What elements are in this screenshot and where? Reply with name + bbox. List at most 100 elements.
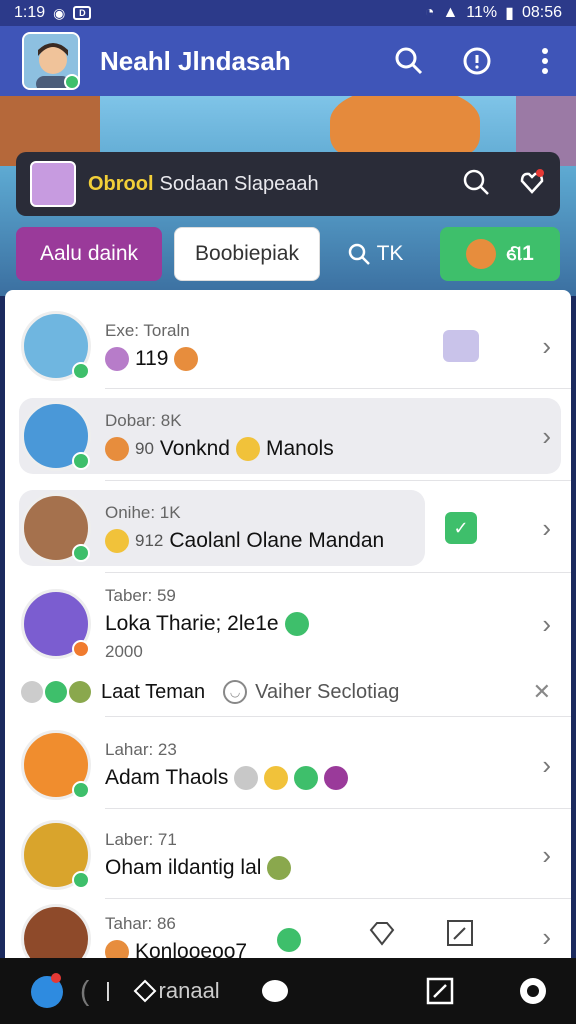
divider — [105, 480, 571, 481]
contact-name: Adam Thaols — [105, 766, 229, 789]
chevron-right-icon[interactable]: › — [542, 750, 551, 781]
emoji-icon — [284, 612, 309, 636]
contact-sub: Dobar: 8K — [105, 411, 182, 430]
list-item[interactable]: Exe: Toraln 119 › — [5, 308, 571, 384]
chevron-right-icon[interactable]: › — [542, 331, 551, 362]
search-icon[interactable] — [394, 46, 424, 76]
page-title: Neahl Jlndasah — [100, 45, 291, 76]
notification-icon: ◉ — [53, 4, 66, 21]
emoji-icon — [324, 766, 349, 790]
search-icon — [348, 243, 370, 265]
contact-name-suffix: Manols — [266, 437, 334, 460]
chip-purple[interactable]: Aalu daink — [16, 227, 162, 281]
contact-sub: Exe: Toraln — [105, 321, 190, 340]
contact-list: Exe: Toraln 119 › Dobar: 8K 90 Vonknd Ma… — [5, 290, 571, 958]
chevron-right-icon[interactable]: › — [542, 513, 551, 544]
emoji-icon — [105, 347, 129, 371]
nav-compose[interactable] — [426, 977, 454, 1005]
bird-icon — [31, 973, 63, 1008]
mini-avatar — [21, 681, 43, 703]
nav-label-item[interactable]: ranaal — [133, 978, 220, 1004]
avatar — [21, 589, 91, 659]
chip-search-label: TK — [376, 242, 404, 265]
compose-icon — [426, 977, 454, 1005]
contact-name: 119 — [135, 347, 169, 370]
list-item[interactable]: Taber: 59 Loka Tharie; 2le1e 2000 › — [5, 582, 571, 666]
contact-sub: Taber: 59 — [105, 586, 176, 605]
diamond-icon — [133, 979, 156, 1003]
chip-white[interactable]: Boobiepiak — [174, 227, 320, 281]
nav-label: ranaal — [158, 978, 220, 1003]
contact-sub: Laber: 71 — [105, 830, 177, 849]
avatar — [21, 401, 91, 471]
divider — [105, 898, 571, 899]
circle-icon — [520, 978, 546, 1004]
bracket-icon: ( — [80, 975, 90, 1006]
check-icon[interactable]: ✓ — [445, 512, 477, 544]
chevron-right-icon[interactable]: › — [542, 421, 551, 452]
nav-home[interactable] — [28, 972, 66, 1010]
list-item[interactable]: Onihe: 1K 912 Caolanl Olane Mandan ✓ › — [5, 490, 571, 566]
notification-label: Laat Teman — [101, 680, 206, 703]
contact-extra: 2000 — [105, 642, 143, 661]
favorite-icon[interactable] — [518, 168, 546, 201]
search-icon[interactable] — [462, 168, 490, 201]
cursor-divider: | — [105, 979, 111, 1002]
contact-name: Vonknd — [159, 437, 230, 460]
emoji-icon — [105, 529, 129, 553]
list-item[interactable]: Lahar: 23 Adam Thaols › — [5, 726, 571, 804]
online-badge — [72, 871, 90, 889]
avatar — [21, 730, 91, 800]
emoji-icon — [105, 940, 129, 958]
banner-character — [330, 96, 480, 156]
divider — [105, 572, 571, 573]
app-bar: Neahl Jlndasah — [0, 26, 576, 96]
status-bar: 1:19 ◉ D ◔ ▲ 11% ▮ 08:56 — [0, 0, 576, 26]
notification-subtext: Vaiher Seclotiag — [255, 680, 400, 703]
emoji-icon — [264, 766, 289, 790]
profile-avatar[interactable] — [22, 32, 80, 90]
chip-green-label: ଣ1 — [506, 242, 534, 265]
list-item[interactable]: Laber: 71 Oham ildantig lal › — [5, 816, 571, 894]
chip-search[interactable]: TK — [332, 227, 418, 281]
pin-icon[interactable] — [443, 330, 479, 362]
battery-percent: 11% — [466, 4, 498, 21]
filter-chips: Aalu daink Boobiepiak TK ଣ1 — [16, 226, 560, 282]
app-icon: D — [73, 6, 92, 20]
avatar — [21, 820, 91, 890]
mini-avatar — [45, 681, 67, 703]
notification-strip[interactable]: Laat Teman ◡ Vaiher Seclotiag ✕ — [5, 672, 571, 712]
nav-bubble[interactable] — [260, 978, 290, 1004]
bottom-navigation: ( | ranaal — [0, 958, 576, 1024]
divider — [105, 716, 571, 717]
list-item[interactable]: Dobar: 8K 90 Vonknd Manols › — [5, 398, 571, 474]
chevron-right-icon[interactable]: › — [542, 840, 551, 871]
close-icon[interactable]: ✕ — [533, 679, 551, 705]
chevron-right-icon[interactable]: › — [542, 922, 551, 953]
chip-green[interactable]: ଣ1 — [440, 227, 560, 281]
avatar — [21, 311, 91, 381]
list-item[interactable]: Tahar: 86 Konlooeoo7 › — [5, 904, 571, 958]
contact-sub: Lahar: 23 — [105, 740, 177, 759]
search-card-text: Sodaan Slapeaah — [159, 172, 319, 195]
nav-profile[interactable] — [518, 976, 548, 1006]
edit-icon[interactable] — [445, 918, 475, 953]
more-menu-icon[interactable] — [530, 46, 560, 76]
chat-bubble-icon — [261, 980, 288, 1002]
contact-name-prefix: 90 — [135, 439, 154, 458]
status-time: 1:19 — [14, 4, 46, 21]
search-card[interactable]: Obrool Sodaan Slapeaah — [16, 152, 560, 216]
emoji-icon — [105, 437, 129, 461]
status-badge — [72, 640, 90, 658]
chevron-right-icon[interactable]: › — [542, 609, 551, 640]
shield-icon[interactable] — [367, 918, 397, 953]
online-badge — [72, 452, 90, 470]
online-badge — [72, 781, 90, 799]
emoji-icon — [267, 856, 292, 880]
info-icon[interactable] — [462, 46, 492, 76]
online-badge — [72, 362, 90, 380]
contact-name: Loka Tharie; 2le1e — [105, 612, 279, 635]
game-character-icon — [466, 239, 497, 269]
contact-name: Konlooeoo7 — [135, 940, 248, 958]
divider — [105, 388, 571, 389]
